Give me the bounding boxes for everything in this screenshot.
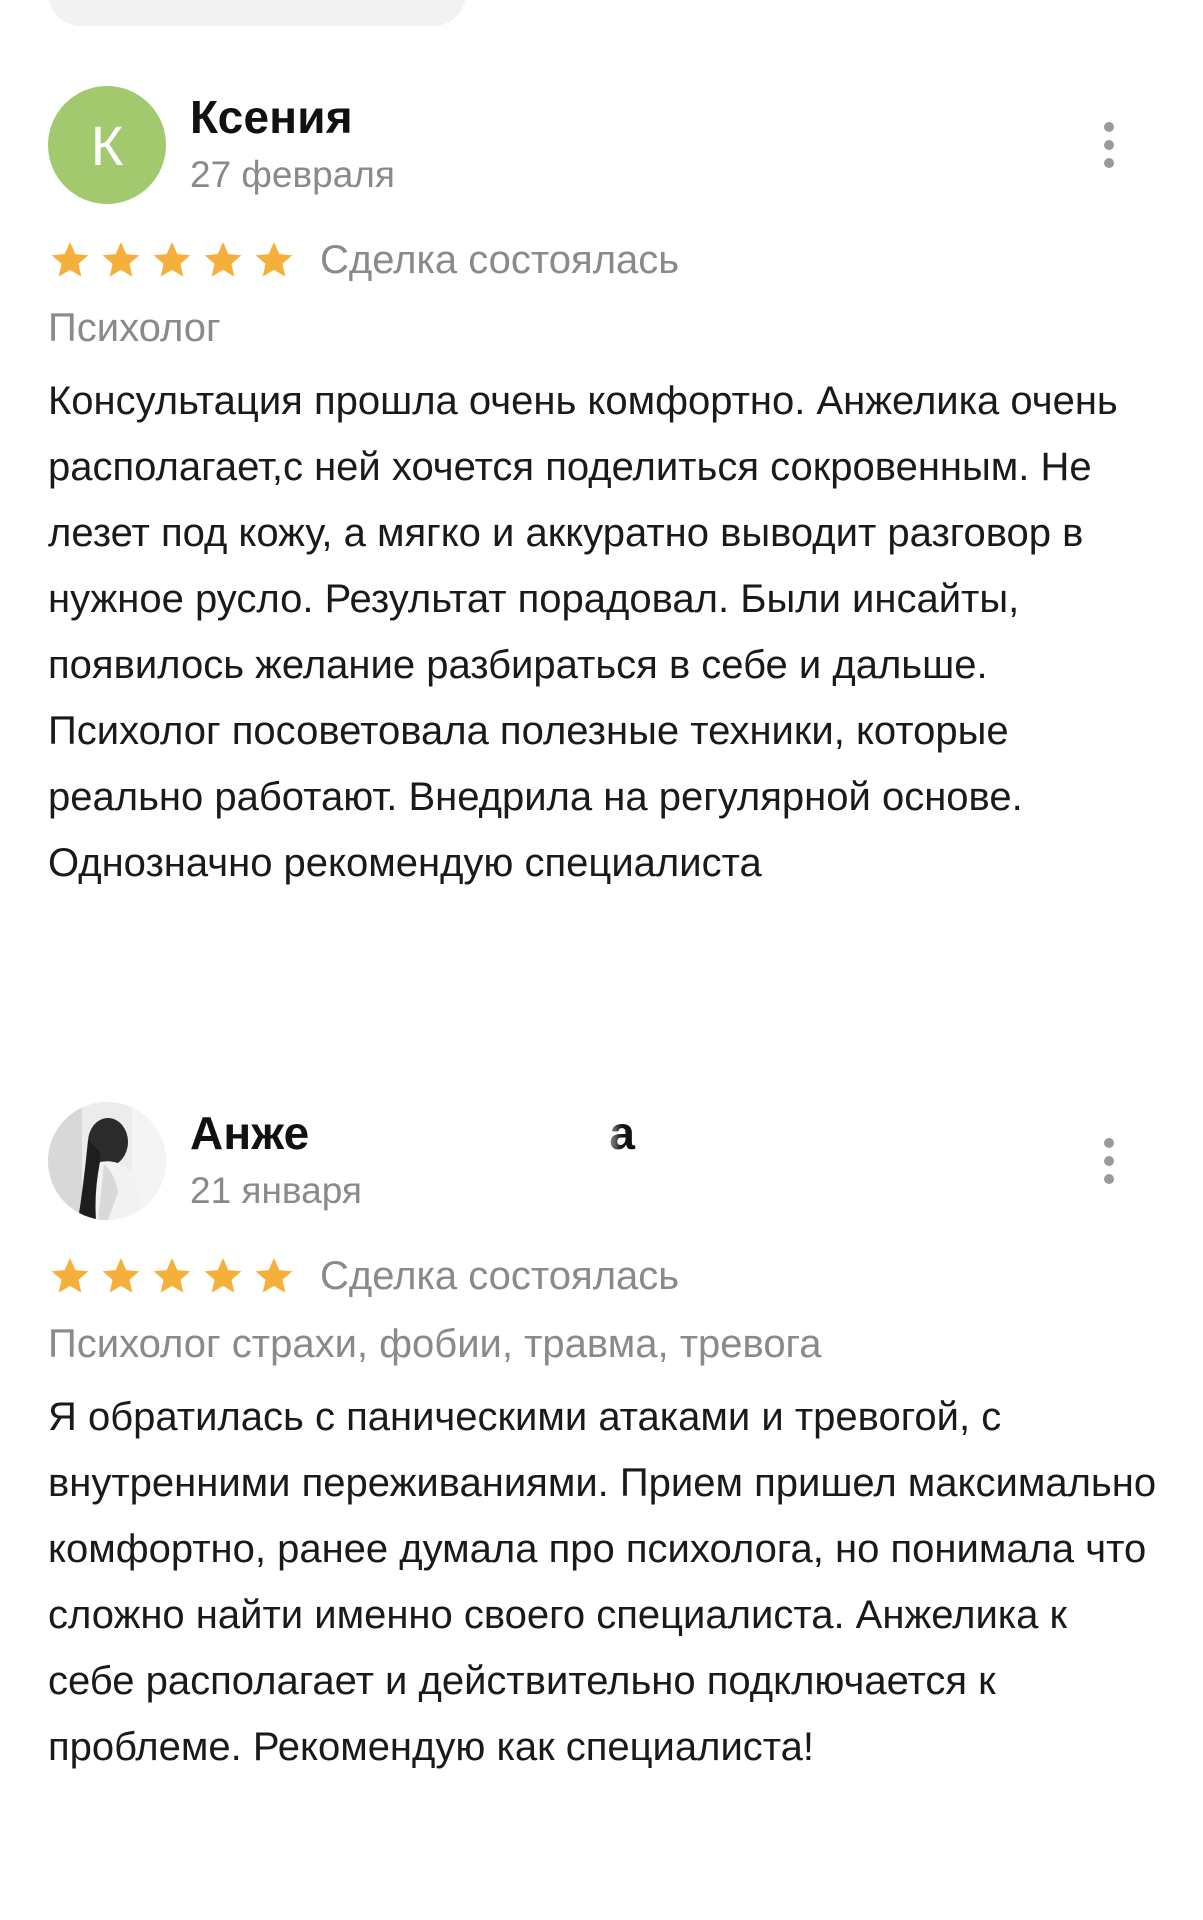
star-icon [204, 242, 242, 277]
review-card: К Ксения 27 февраля Сделка состоялась Пс… [48, 86, 1158, 896]
avatar-letter: К [90, 113, 124, 177]
star-rating [48, 1254, 296, 1298]
more-options-button[interactable] [1094, 1138, 1124, 1184]
avatar[interactable]: К [48, 86, 166, 204]
review-text: Я обратилась с паническими атаками и тре… [48, 1395, 1157, 1769]
name-blur-mask [318, 1110, 618, 1158]
star-icon [102, 1258, 140, 1293]
deal-status: Сделка состоялась [320, 237, 680, 282]
review-text: Консультация прошла очень комфортно. Анж… [48, 379, 1118, 885]
service-category: Психолог страхи, фобии, травма, тревога [48, 1322, 822, 1366]
star-icon [153, 242, 191, 277]
rating-row: Сделка состоялась [48, 234, 1158, 286]
star-icon [153, 1258, 191, 1293]
star-icon [255, 1258, 293, 1293]
star-icon [204, 1258, 242, 1293]
review-date: 27 февраля [190, 154, 395, 195]
avatar[interactable] [48, 1102, 166, 1220]
star-icon [51, 1258, 89, 1293]
review-header: Анже а 21 января [48, 1102, 1158, 1220]
rating-row: Сделка состоялась [48, 1250, 1158, 1302]
review-card: Анже а 21 января Сделка состоялась Психол… [48, 1102, 1158, 1780]
review-header: К Ксения 27 февраля [48, 86, 1158, 204]
more-vertical-icon [1104, 122, 1114, 132]
service-category: Психолог [48, 306, 221, 350]
review-date: 21 января [190, 1170, 362, 1211]
more-options-button[interactable] [1094, 122, 1124, 168]
star-icon [51, 242, 89, 277]
deal-status: Сделка состоялась [320, 1253, 680, 1298]
more-vertical-icon [1104, 1138, 1114, 1148]
top-pill-button[interactable] [48, 0, 466, 26]
star-icon [255, 242, 293, 277]
star-rating [48, 238, 296, 282]
author-name[interactable]: Ксения [190, 90, 353, 144]
star-icon [102, 242, 140, 277]
avatar-photo [48, 1102, 166, 1220]
